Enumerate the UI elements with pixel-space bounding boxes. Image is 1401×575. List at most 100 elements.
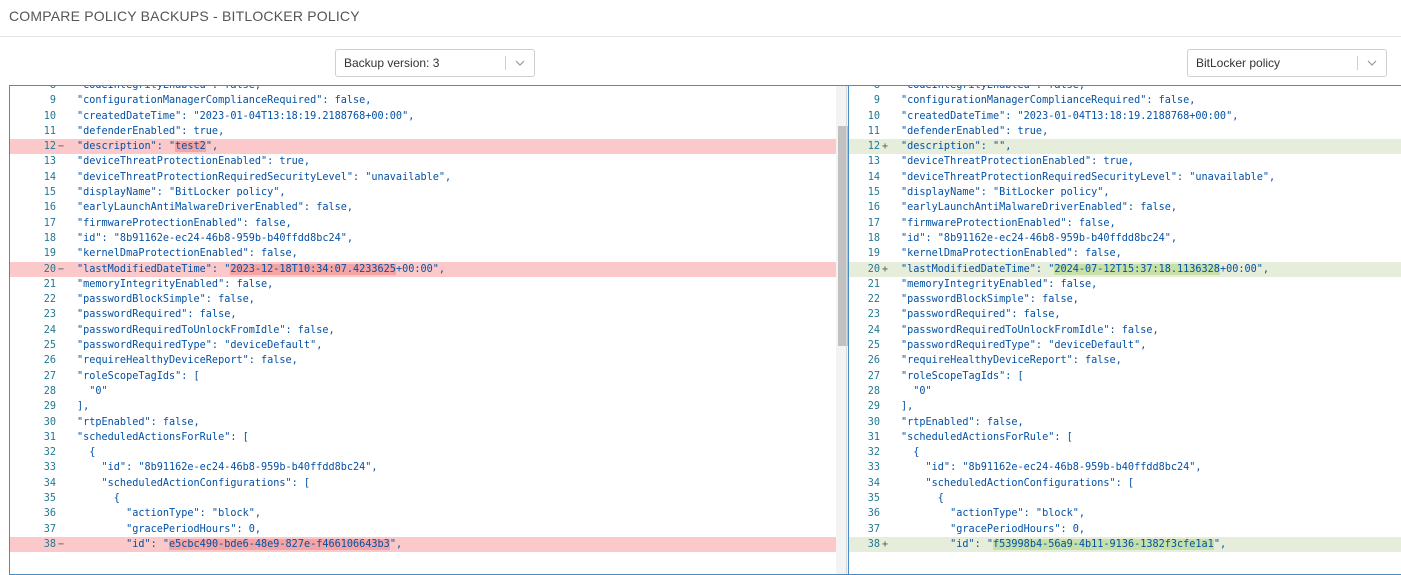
line-number: 34 — [867, 477, 880, 489]
code-text: { — [77, 493, 120, 505]
line-number: 30 — [867, 416, 880, 428]
line-number: 37 — [867, 523, 880, 535]
code-text: "kernelDmaProtectionEnabled": false, — [901, 248, 1122, 260]
chevron-down-icon[interactable] — [1367, 59, 1377, 67]
deleted-line: 12− "description": "test2", — [10, 139, 848, 155]
code-text: { — [77, 447, 96, 459]
code-line: 8 "codeIntegrityEnabled": false, — [849, 85, 1401, 93]
line-number: 23 — [867, 309, 880, 321]
code-text: "gracePeriodHours": 0, — [77, 523, 262, 535]
code-text: "id": "f53998b4-56a9-4b11-9136-1382f3cfe… — [901, 538, 1227, 550]
line-number: 8 — [49, 85, 56, 91]
code-text: "scheduledActionsForRule": [ — [901, 431, 1073, 443]
line-number: 8 — [873, 85, 880, 91]
code-line: 13 "deviceThreatProtectionEnabled": true, — [10, 154, 848, 169]
code-line: 22 "passwordBlockSimple": false, — [10, 292, 848, 307]
line-number: 12 — [867, 141, 880, 153]
code-text: "passwordRequired": false, — [77, 309, 237, 321]
code-text: "passwordBlockSimple": false, — [901, 294, 1079, 306]
code-line: 33 "id": "8b91162e-ec24-46b8-959b-b40ffd… — [849, 460, 1401, 475]
code-line: 24 "passwordRequiredToUnlockFromIdle": fa… — [849, 323, 1401, 338]
code-line: 16 "earlyLaunchAntiMalwareDriverEnabled":… — [10, 200, 848, 215]
policy-select[interactable]: BitLocker policy — [1187, 49, 1387, 77]
code-line: 28 "0" — [849, 384, 1401, 399]
line-number: 26 — [867, 355, 880, 367]
code-line: 26 "requireHealthyDeviceReport": false, — [849, 353, 1401, 368]
code-text: "id": "e5cbc490-bde6-48e9-827e-f46610664… — [77, 538, 403, 550]
code-text: "description": "test2", — [77, 141, 219, 153]
inserted-line: 20 + "lastModifiedDateTime": "2024-07-12T1… — [849, 261, 1401, 277]
code-text: "deviceThreatProtectionRequiredSecurityL… — [901, 171, 1276, 183]
code-line: 9 "configurationManagerComplianceRequired… — [10, 93, 848, 108]
code-text: "firmwareProtectionEnabled": false, — [77, 217, 292, 229]
diff-marker: − — [58, 538, 65, 550]
code-text: "displayName": "BitLocker policy", — [901, 187, 1110, 199]
inserted-line: 38 + "id": "f53998b4-56a9-4b11-9136-1382f… — [849, 536, 1401, 553]
code-line: 30 "rtpEnabled": false, — [849, 415, 1401, 430]
diff-modified-lines: 8 "codeIntegrityEnabled": false, 9 "configu… — [849, 85, 1401, 553]
changed-text: e5cbc490-bde6-48e9-827e-f466106643b3 — [169, 538, 390, 550]
line-number: 20 — [43, 263, 56, 275]
code-line: 10 "createdDateTime": "2023-01-04T13:18:1… — [849, 109, 1401, 124]
code-line: 16 "earlyLaunchAntiMalwareDriverEnabled":… — [849, 200, 1401, 215]
code-line: 9 "configurationManagerComplianceRequired… — [849, 93, 1401, 108]
code-text: "requireHealthyDeviceReport": false, — [77, 355, 298, 367]
line-number: 31 — [867, 431, 880, 443]
line-number: 26 — [43, 355, 56, 367]
code-text: "actionType": "block", — [901, 508, 1086, 520]
code-line: 29], — [10, 399, 848, 414]
code-text: ], — [901, 401, 914, 413]
changed-text: test2 — [175, 141, 206, 153]
code-line: 10 "createdDateTime": "2023-01-04T13:18:1… — [10, 109, 848, 124]
line-number: 34 — [43, 477, 56, 489]
line-number: 38 — [867, 538, 880, 550]
code-line: 21 "memoryIntegrityEnabled": false, — [10, 277, 848, 292]
code-text: "deviceThreatProtectionRequiredSecurityL… — [77, 171, 452, 183]
code-line: 34 "scheduledActionConfigurations": [ — [10, 476, 848, 491]
code-text: "passwordRequiredToUnlockFromIdle": fals… — [901, 324, 1159, 336]
diff-marker: + — [882, 141, 889, 153]
line-number: 19 — [867, 248, 880, 260]
code-text: "firmwareProtectionEnabled": false, — [901, 217, 1116, 229]
code-text: "actionType": "block", — [77, 508, 262, 520]
diff-marker: + — [882, 263, 889, 275]
code-text: "configurationManagerComplianceRequired"… — [901, 95, 1196, 107]
inserted-line: 12+ "description": "​", — [849, 139, 1401, 155]
line-number: 27 — [43, 370, 56, 382]
code-line: 11 "defenderEnabled": true, — [849, 124, 1401, 139]
diff-original-pane[interactable]: 8 "codeIntegrityEnabled": false, 9 "configu… — [9, 85, 849, 575]
line-number: 25 — [867, 340, 880, 352]
diff-modified-pane[interactable]: 8 "codeIntegrityEnabled": false, 9 "configu… — [848, 85, 1401, 575]
code-line: 13 "deviceThreatProtectionEnabled": true, — [849, 154, 1401, 169]
code-text: "roleScopeTagIds": [ — [901, 370, 1024, 382]
line-number: 22 — [43, 294, 56, 306]
line-number: 38 — [43, 538, 56, 550]
line-number: 36 — [43, 508, 56, 520]
code-text: "earlyLaunchAntiMalwareDriverEnabled": f… — [77, 202, 354, 214]
line-number: 35 — [43, 493, 56, 505]
chevron-down-icon[interactable] — [515, 59, 525, 67]
code-text: "memoryIntegrityEnabled": false, — [77, 278, 274, 290]
line-number: 16 — [43, 202, 56, 214]
code-line: 18 "id": "8b91162e-ec24-46b8-959b-b40ffdd… — [10, 231, 848, 246]
backup-version-select-value: Backup version: 3 — [344, 56, 440, 70]
page-title: COMPARE POLICY BACKUPS - BITLOCKER POLIC… — [9, 8, 360, 24]
code-text: "passwordRequiredToUnlockFromIdle": fals… — [77, 324, 335, 336]
line-number: 30 — [43, 416, 56, 428]
code-line: 14 "deviceThreatProtectionRequiredSecurit… — [10, 170, 848, 185]
changed-text: f53998b4-56a9-4b11-9136-1382f3cfe1a1 — [993, 538, 1214, 550]
code-line: 33 "id": "8b91162e-ec24-46b8-959b-b40ffd… — [10, 460, 848, 475]
code-text: "deviceThreatProtectionEnabled": true, — [901, 156, 1135, 168]
select-separator — [505, 56, 506, 70]
code-line: 32 { — [10, 445, 848, 460]
code-text: "codeIntegrityEnabled": false, — [77, 85, 262, 91]
code-text: "rtpEnabled": false, — [901, 416, 1024, 428]
backup-version-select[interactable]: Backup version: 3 — [335, 49, 535, 77]
code-line: 17 "firmwareProtectionEnabled": false, — [10, 216, 848, 231]
code-text: "passwordRequired": false, — [901, 309, 1061, 321]
code-text: "passwordRequiredType": "deviceDefault", — [901, 340, 1147, 352]
code-line: 37 "gracePeriodHours": 0, — [10, 522, 848, 537]
code-text: "id": "8b91162e-ec24-46b8-959b-b40ffdd8b… — [77, 462, 378, 474]
code-text: "roleScopeTagIds": [ — [77, 370, 200, 382]
code-text: "passwordRequiredType": "deviceDefault", — [77, 340, 323, 352]
